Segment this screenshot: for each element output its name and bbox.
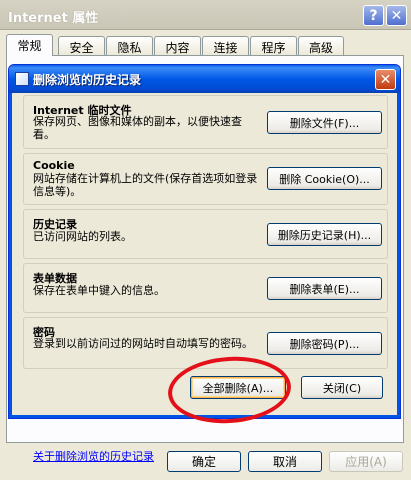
group-description: 登录到以前访问过的网站时自动填写的密码。	[33, 337, 253, 350]
ok-button[interactable]: 确定	[167, 451, 241, 472]
group-description: 网站存储在计算机上的文件(保存首选项如登录信息等)。	[33, 172, 258, 198]
tab-security[interactable]: 安全	[58, 36, 105, 55]
delete-history-dialog: 删除浏览的历史记录 ✕ Internet 临时文件 保存网页、图像和媒体的副本，…	[8, 64, 401, 463]
group-description: 保存在表单中键入的信息。	[33, 284, 165, 297]
tab-general[interactable]: 常规	[6, 34, 53, 56]
delete-passwords-button[interactable]: 删除密码(P)...	[267, 332, 382, 355]
group-temp-files: Internet 临时文件 保存网页、图像和媒体的副本，以便快速查看。 删除文件…	[23, 95, 388, 149]
outer-close-button[interactable]: ✕	[386, 5, 407, 26]
ie-icon	[15, 72, 29, 86]
dialog-close-button[interactable]: ✕	[375, 69, 396, 90]
delete-files-button[interactable]: 删除文件(F)...	[267, 111, 382, 134]
group-description: 保存网页、图像和媒体的副本，以便快速查看。	[33, 115, 242, 141]
help-button[interactable]: ?	[363, 5, 384, 26]
delete-forms-button[interactable]: 删除表单(E)...	[267, 277, 382, 300]
group-title: Cookie	[33, 159, 75, 172]
delete-all-button[interactable]: 全部删除(A)...	[190, 376, 286, 399]
group-description: 已访问网站的列表。	[33, 230, 132, 243]
dialog-title-bar: 删除浏览的历史记录 ✕	[9, 65, 400, 93]
tab-programs[interactable]: 程序	[250, 36, 297, 55]
outer-window-title: Internet 属性	[8, 11, 99, 26]
delete-cookies-button[interactable]: 删除 Cookie(O)...	[267, 167, 382, 190]
group-passwords: 密码 登录到以前访问过的网站时自动填写的密码。 删除密码(P)...	[23, 317, 388, 369]
dialog-title: 删除浏览的历史记录	[33, 73, 142, 87]
tab-privacy[interactable]: 隐私	[106, 36, 153, 55]
dialog-close-text-button[interactable]: 关闭(C)	[301, 376, 383, 399]
tab-connections[interactable]: 连接	[202, 36, 249, 55]
tab-content[interactable]: 内容	[154, 36, 201, 55]
group-form-data: 表单数据 保存在表单中键入的信息。 删除表单(E)...	[23, 263, 388, 313]
group-history: 历史记录 已访问网站的列表。 删除历史记录(H)...	[23, 209, 388, 259]
outer-title-bar: Internet 属性 ? ✕	[0, 0, 411, 30]
tab-advanced[interactable]: 高级	[298, 36, 344, 55]
about-delete-history-link[interactable]: 关于删除浏览的历史记录	[33, 448, 154, 464]
group-cookies: Cookie 网站存储在计算机上的文件(保存首选项如登录信息等)。 删除 Coo…	[23, 153, 388, 205]
delete-history-button[interactable]: 删除历史记录(H)...	[267, 223, 382, 246]
apply-button[interactable]: 应用(A)	[329, 451, 403, 472]
cancel-button[interactable]: 取消	[248, 451, 322, 472]
